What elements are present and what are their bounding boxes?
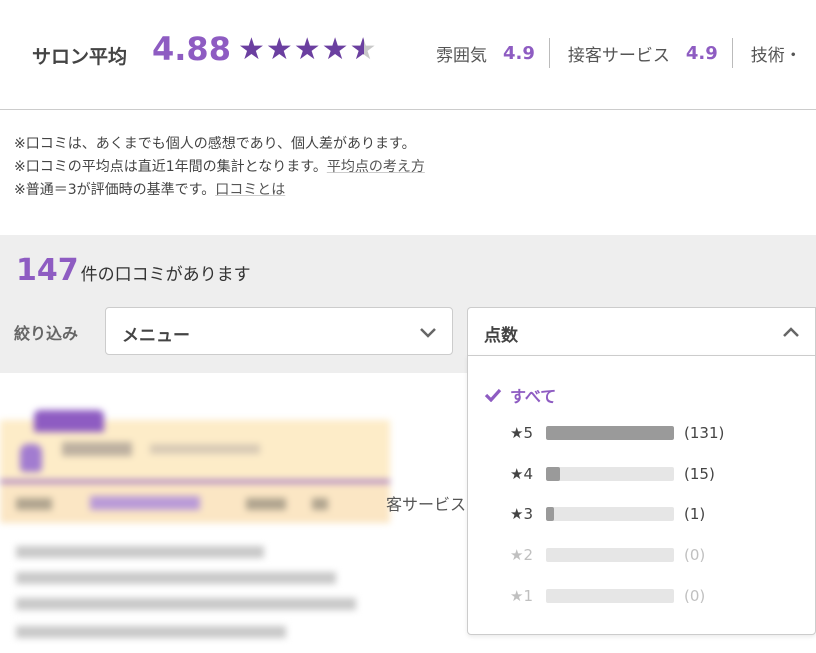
score-select-value: 点数 (484, 326, 518, 346)
score-filter-select[interactable]: 点数 (467, 307, 816, 355)
review-count: 147 件の口コミがあります (16, 253, 251, 288)
score-option-bar (546, 426, 674, 440)
score-option[interactable]: ★5 (131) (510, 423, 724, 443)
rating-summary: サロン平均 4.88 ★★★★★ 雰囲気 4.9 接客サービス 4.9 技術・ (0, 0, 816, 110)
score-option[interactable]: ★3 (1) (510, 504, 705, 524)
score-option-bar (546, 507, 674, 521)
sub-score-value: 4.9 (503, 42, 535, 64)
score-option-bar (546, 467, 674, 481)
half-star-icon: ★ (350, 32, 378, 67)
menu-select-value: メニュー (122, 326, 190, 346)
review-notes: ※口コミは、あくまでも個人の感想であり、個人差があります。 ※口コミの平均点は直… (14, 133, 425, 202)
sub-score-label: 雰囲気 (436, 45, 487, 66)
review-count-text: 件の口コミがあります (80, 265, 251, 285)
score-option-bar-fill (546, 426, 674, 440)
option-all[interactable]: すべて (484, 383, 556, 407)
score-option-label: ★3 (510, 505, 533, 523)
score-option[interactable]: ★4 (15) (510, 464, 715, 484)
sub-score-label: 技術・ (750, 45, 802, 66)
score-option-label: ★5 (510, 424, 533, 442)
star-icons: ★★★★ (238, 32, 350, 67)
score-option-label: ★4 (510, 465, 533, 483)
sub-score-label: 接客サービス (567, 45, 670, 66)
sub-score-value: 4.9 (685, 42, 718, 64)
note-line: ※普通＝3が評価時の基準です。口コミとは (14, 179, 425, 202)
sub-score-technique: 技術・ (751, 41, 802, 66)
divider (548, 38, 550, 68)
score-option-count: (131) (684, 424, 725, 442)
average-label: サロン平均 (32, 46, 128, 68)
average-score: 4.88 (152, 30, 231, 68)
chevron-down-icon (420, 328, 436, 338)
score-option: ★2 (0) (510, 545, 705, 565)
score-option-count: (1) (684, 505, 706, 523)
partial-sub-score-label: 客サービス (386, 495, 467, 514)
score-option-bar-fill (546, 507, 554, 521)
divider (731, 38, 733, 68)
chevron-up-icon (783, 327, 799, 337)
score-option-bar (546, 589, 674, 603)
review-card-blurred (0, 400, 390, 653)
score-option-count: (0) (684, 546, 706, 564)
sub-score-service: 接客サービス 4.9 (568, 41, 718, 66)
option-all-label: すべて (510, 387, 557, 406)
menu-filter-select[interactable]: メニュー (105, 307, 453, 355)
filter-label: 絞り込み (14, 324, 79, 343)
note-line: ※口コミの平均点は直近1年間の集計となります。平均点の考え方 (14, 156, 425, 179)
note-line: ※口コミは、あくまでも個人の感想であり、個人差があります。 (14, 136, 416, 152)
note-text: ※口コミの平均点は直近1年間の集計となります。 (14, 159, 327, 175)
review-count-number: 147 (16, 253, 79, 288)
note-text: ※普通＝3が評価時の基準です。 (14, 182, 216, 198)
score-option-label: ★2 (510, 546, 533, 564)
sub-scores: 雰囲気 4.9 接客サービス 4.9 技術・ (436, 38, 802, 68)
score-option-label: ★1 (510, 587, 533, 605)
score-option-count: (0) (684, 587, 706, 605)
checkmark-icon (484, 388, 502, 402)
score-dropdown: すべて ★5 (131) ★4 (15) ★3 (1) ★2 (0) ★1 (0) (467, 355, 816, 635)
star-rating: ★★★★★ (238, 32, 377, 67)
filter-area: 147 件の口コミがあります 絞り込み メニュー 点数 (0, 235, 816, 373)
about-reviews-link[interactable]: 口コミとは (215, 182, 285, 198)
score-option-bar (546, 548, 674, 562)
sub-score-atmosphere: 雰囲気 4.9 (436, 41, 535, 66)
average-explanation-link[interactable]: 平均点の考え方 (327, 159, 425, 175)
score-option: ★1 (0) (510, 586, 705, 606)
score-option-bar-fill (546, 467, 561, 481)
score-option-count: (15) (684, 465, 715, 483)
